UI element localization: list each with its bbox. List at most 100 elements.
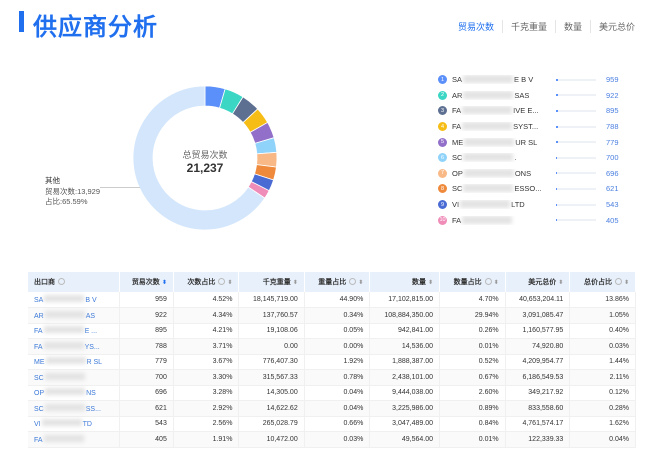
redacted-text bbox=[45, 388, 86, 396]
supplier-link[interactable]: VI TD bbox=[28, 416, 120, 432]
sort-icon[interactable]: ⬍ bbox=[558, 280, 563, 286]
column-header[interactable]: 千克重量 ⬍ bbox=[238, 272, 305, 292]
table-cell: 776,407.30 bbox=[238, 354, 305, 370]
column-header[interactable]: 重量占比 ⬍ bbox=[304, 272, 371, 292]
name-prefix: FA bbox=[452, 122, 462, 132]
legend-item[interactable]: 5 ME UR SL 779 bbox=[438, 134, 638, 150]
rank-badge: 9 bbox=[438, 200, 447, 210]
info-icon[interactable] bbox=[614, 278, 622, 285]
table-cell: 3.67% bbox=[173, 354, 240, 370]
info-icon[interactable] bbox=[58, 278, 65, 285]
sort-icon[interactable]: ⬍ bbox=[494, 280, 499, 286]
table-cell: 2.92% bbox=[173, 400, 240, 417]
legend-value: 405 bbox=[606, 215, 619, 225]
legend-item[interactable]: 6 SC. 700 bbox=[438, 150, 638, 166]
other-title: 其他 bbox=[45, 176, 60, 185]
supplier-link[interactable]: OP NS bbox=[28, 385, 120, 401]
legend-bar bbox=[556, 187, 596, 190]
legend-bar bbox=[556, 125, 596, 128]
table-cell: 4,209,954.77 bbox=[505, 354, 571, 370]
column-header[interactable]: 贸易次数 ⬍ bbox=[119, 272, 174, 292]
name-suffix: UR SL bbox=[515, 137, 538, 147]
table-cell: 44.90% bbox=[304, 292, 371, 308]
redacted-text bbox=[44, 310, 85, 318]
table-cell: 0.52% bbox=[439, 354, 506, 370]
table-cell: 0.01% bbox=[439, 338, 506, 355]
supplier-link[interactable]: SC bbox=[28, 369, 120, 386]
legend-item[interactable]: 2 AR SAS 922 bbox=[438, 88, 638, 104]
name-prefix: FA bbox=[452, 106, 462, 116]
table-cell: 0.34% bbox=[304, 307, 371, 324]
info-icon[interactable] bbox=[484, 278, 492, 285]
sort-icon[interactable]: ⬍ bbox=[624, 280, 629, 286]
redacted-text bbox=[460, 200, 511, 209]
supplier-link[interactable]: SC SS... bbox=[28, 400, 120, 417]
column-label: 次数占比 bbox=[187, 279, 216, 286]
column-header[interactable]: 数量 ⬍ bbox=[369, 272, 441, 292]
redacted-text bbox=[462, 106, 513, 115]
legend-value: 922 bbox=[606, 90, 619, 100]
name-suffix: ESSO... bbox=[514, 184, 542, 194]
supplier-link[interactable]: AR AS bbox=[28, 307, 120, 324]
column-label: 总价占比 bbox=[583, 279, 612, 286]
legend-item[interactable]: 7 OP ONS 696 bbox=[438, 166, 638, 182]
table-cell: 0.04% bbox=[304, 385, 371, 401]
legend-item[interactable]: 10 FA 405 bbox=[438, 212, 638, 228]
name-suffix: . bbox=[514, 153, 517, 163]
sort-icon[interactable]: ⬍ bbox=[162, 280, 167, 286]
sort-icon[interactable]: ⬍ bbox=[227, 280, 232, 286]
name-prefix: ME bbox=[34, 359, 45, 367]
table-cell: 6,186,549.53 bbox=[505, 369, 571, 386]
supplier-link[interactable]: FA YS... bbox=[28, 338, 120, 355]
info-icon[interactable] bbox=[349, 278, 357, 285]
column-header[interactable]: 美元总价 ⬍ bbox=[505, 272, 571, 292]
column-header[interactable]: 数量占比 ⬍ bbox=[439, 272, 506, 292]
name-suffix: B V bbox=[85, 297, 97, 304]
name-suffix: SS... bbox=[85, 405, 101, 413]
table-cell: 10,472.00 bbox=[238, 431, 305, 448]
table-cell: 2.56% bbox=[173, 416, 240, 432]
name-suffix: LTD bbox=[511, 200, 525, 210]
legend-bar bbox=[556, 172, 596, 175]
legend-item[interactable]: 1 SA E B V 959 bbox=[438, 72, 638, 88]
table-cell: 788 bbox=[119, 338, 174, 355]
table-cell: 74,920.80 bbox=[505, 338, 571, 355]
legend-item[interactable]: 8 SC ESSO... 621 bbox=[438, 181, 638, 197]
supplier-link[interactable]: FA E ... bbox=[28, 323, 120, 339]
sort-icon[interactable]: ⬍ bbox=[293, 280, 298, 286]
name-prefix: VI bbox=[34, 421, 41, 429]
table-cell: 0.84% bbox=[439, 416, 506, 432]
name-suffix: TD bbox=[82, 421, 92, 429]
redacted-text bbox=[463, 168, 514, 177]
column-header[interactable]: 次数占比 ⬍ bbox=[173, 272, 240, 292]
legend-bar bbox=[556, 219, 596, 222]
supplier-link[interactable]: SA B V bbox=[28, 292, 120, 308]
table-cell: 0.03% bbox=[304, 431, 371, 448]
table-cell: 17,102,815.00 bbox=[369, 292, 441, 308]
name-prefix: SA bbox=[34, 297, 44, 304]
column-header[interactable]: 总价占比 ⬍ bbox=[569, 272, 636, 292]
sort-icon[interactable]: ⬍ bbox=[358, 280, 363, 286]
legend-item[interactable]: 3 FA IVE E... 895 bbox=[438, 103, 638, 119]
table-cell: 1,888,387.00 bbox=[369, 354, 441, 370]
table-cell: 4.21% bbox=[173, 323, 240, 339]
table-row: FA 405 1.91% 10,472.00 0.03% 49,564.00 0.01% 12… bbox=[28, 431, 636, 448]
table-cell: 315,567.33 bbox=[238, 369, 305, 386]
column-header: 出口商 bbox=[28, 272, 120, 292]
info-icon[interactable] bbox=[218, 278, 226, 285]
name-prefix: FA bbox=[452, 215, 462, 225]
rank-badge: 10 bbox=[438, 215, 447, 225]
legend-item[interactable]: 9 VI LTD 543 bbox=[438, 197, 638, 213]
table-cell: 49,564.00 bbox=[369, 431, 441, 448]
rank-badge: 7 bbox=[438, 168, 447, 178]
name-prefix: AR bbox=[452, 90, 463, 100]
supplier-link[interactable]: FA bbox=[28, 431, 120, 448]
redacted-text bbox=[462, 215, 513, 224]
table-cell: 0.40% bbox=[569, 323, 636, 339]
supplier-link[interactable]: ME R SL bbox=[28, 354, 120, 370]
table-cell: 543 bbox=[119, 416, 174, 432]
sort-icon[interactable]: ⬍ bbox=[428, 280, 433, 286]
legend-value: 779 bbox=[606, 137, 619, 147]
name-suffix: SAS bbox=[514, 90, 530, 100]
legend-item[interactable]: 4 FA SYST... 788 bbox=[438, 119, 638, 135]
